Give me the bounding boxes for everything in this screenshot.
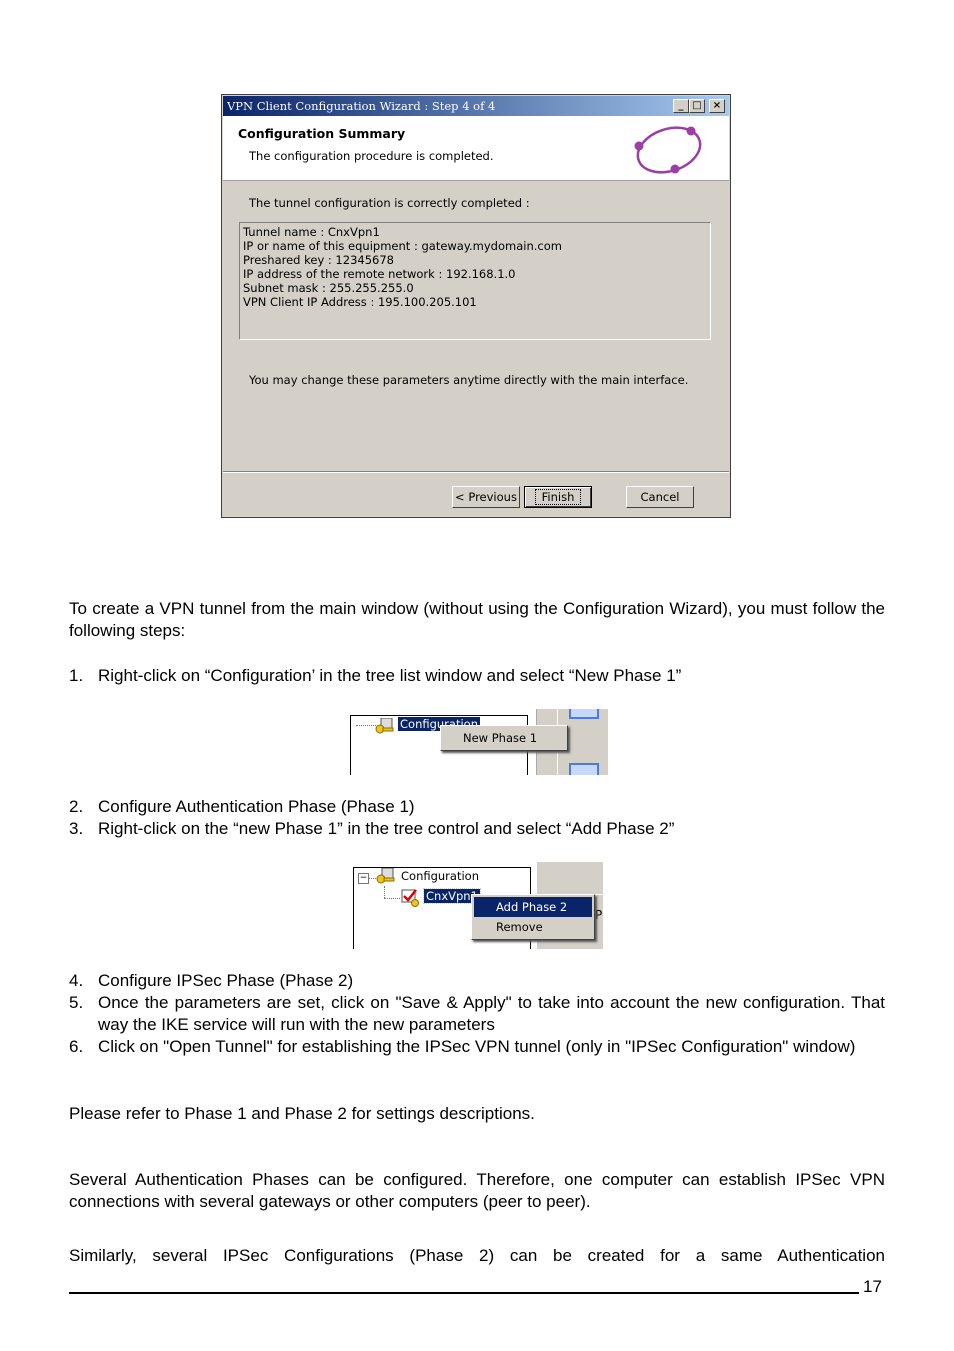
summary-line: Preshared key : 12345678	[243, 253, 394, 267]
screenshot-new-phase1: Configuration New Phase 1	[350, 709, 608, 775]
wizard-dialog: VPN Client Configuration Wizard : Step 4…	[221, 94, 731, 518]
toolbar-button[interactable]	[569, 763, 599, 775]
summary-line: VPN Client IP Address : 195.100.205.101	[243, 295, 477, 309]
cancel-button[interactable]: Cancel	[626, 486, 694, 508]
maximize-icon: □	[692, 100, 702, 111]
header-subtitle: The configuration procedure is completed…	[249, 149, 494, 163]
tree-node-configuration[interactable]: Configuration	[401, 869, 479, 883]
footer-rule	[69, 1292, 859, 1294]
change-note: You may change these parameters anytime …	[249, 373, 689, 387]
menu-item-remove[interactable]: Remove	[474, 917, 592, 937]
summary-line: Tunnel name : CnxVpn1	[243, 225, 380, 239]
close-icon: ×	[712, 100, 722, 111]
step-item: 5. Once the parameters are set, click on…	[69, 992, 885, 1036]
step-text: Click on "Open Tunnel" for establishing …	[98, 1037, 856, 1056]
step-text: Once the parameters are set, click on "S…	[98, 993, 885, 1034]
screenshot-add-phase2: − Configuration CnxVpn1 P Add Phase 2 Re…	[353, 862, 603, 949]
refer-paragraph: Please refer to Phase 1 and Phase 2 for …	[69, 1104, 535, 1123]
intro-paragraph: To create a VPN tunnel from the main win…	[69, 599, 885, 640]
minimize-button[interactable]: _	[673, 99, 689, 113]
finish-label: Finish	[534, 488, 582, 505]
summary-line: IP or name of this equipment : gateway.m…	[243, 239, 562, 253]
step-number: 2.	[69, 797, 84, 816]
title-bar[interactable]: VPN Client Configuration Wizard : Step 4…	[223, 96, 729, 116]
step-number: 3.	[69, 819, 84, 838]
context-menu: New Phase 1	[440, 725, 568, 751]
step-item: 4. Configure IPSec Phase (Phase 2)	[69, 970, 885, 992]
dialog-title: VPN Client Configuration Wizard : Step 4…	[227, 99, 496, 113]
button-separator	[223, 471, 729, 473]
summary-box: Tunnel name : CnxVpn1 IP or name of this…	[239, 222, 711, 340]
step-item: 2. Configure Authentication Phase (Phase…	[69, 796, 885, 818]
header-title: Configuration Summary	[238, 126, 406, 141]
check-key-icon	[400, 888, 422, 911]
summary-line: Subnet mask : 255.255.255.0	[243, 281, 414, 295]
step-number: 5.	[69, 993, 84, 1012]
panel-label: P	[595, 908, 603, 922]
key-icon	[376, 867, 396, 889]
context-menu: Add Phase 2 Remove	[471, 894, 595, 940]
tunnel-complete-label: The tunnel configuration is correctly co…	[249, 196, 530, 210]
close-button[interactable]: ×	[709, 99, 725, 113]
network-ring-icon	[634, 126, 702, 174]
step-item: 3. Right-click on the “new Phase 1” in t…	[69, 818, 885, 840]
menu-item-new-phase1[interactable]: New Phase 1	[441, 726, 567, 750]
minimize-icon: _	[678, 100, 684, 111]
previous-button[interactable]: < Previous	[452, 486, 520, 508]
menu-item-add-phase2[interactable]: Add Phase 2	[474, 897, 592, 917]
step-text: Configure IPSec Phase (Phase 2)	[98, 971, 354, 990]
wizard-header: Configuration Summary The configuration …	[223, 116, 729, 181]
step-number: 6.	[69, 1037, 84, 1056]
step-item: 1. Right-click on “Configuration’ in the…	[69, 665, 885, 687]
step-number: 4.	[69, 971, 84, 990]
finish-button[interactable]: Finish	[524, 486, 592, 508]
step-number: 1.	[69, 666, 84, 685]
several-phases-paragraph: Several Authentication Phases can be con…	[69, 1170, 885, 1211]
page-number: 17	[863, 1277, 882, 1296]
similarly-paragraph: Similarly, several IPSec Configurations …	[69, 1246, 885, 1265]
summary-line: IP address of the remote network : 192.1…	[243, 267, 516, 281]
step-item: 6. Click on "Open Tunnel" for establishi…	[69, 1036, 885, 1058]
key-icon	[375, 717, 395, 739]
step-text: Right-click on “Configuration’ in the tr…	[98, 666, 682, 685]
step-text: Configure Authentication Phase (Phase 1)	[98, 797, 415, 816]
toolbar-button[interactable]	[569, 709, 599, 719]
step-text: Right-click on the “new Phase 1” in the …	[98, 819, 675, 838]
maximize-button[interactable]: □	[689, 99, 705, 113]
